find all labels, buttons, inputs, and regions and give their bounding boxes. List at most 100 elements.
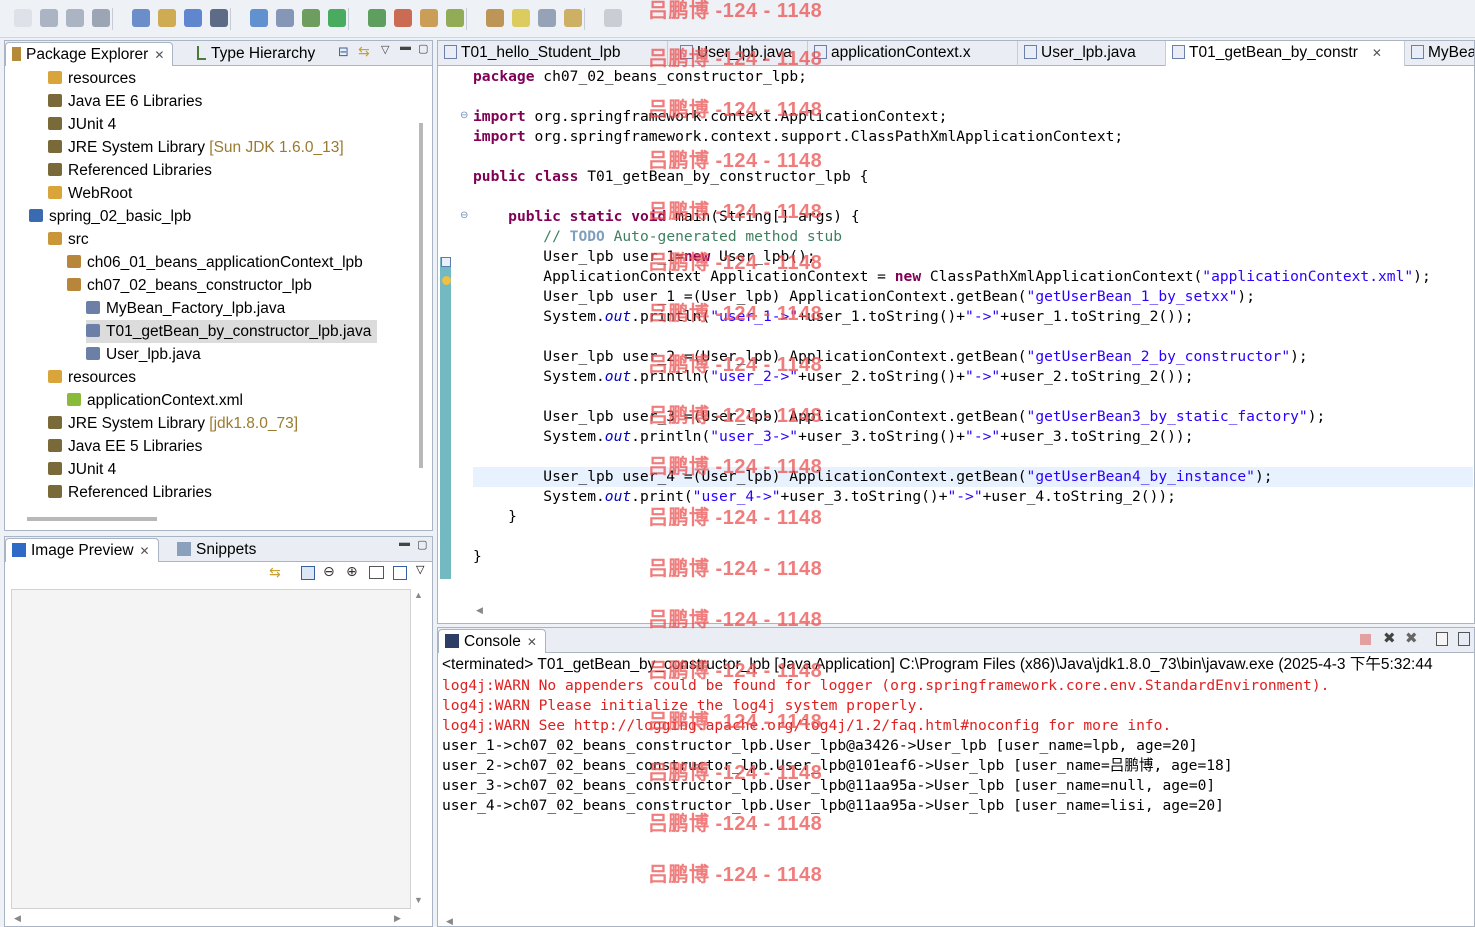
warning-marker-icon[interactable] bbox=[442, 276, 451, 285]
run-icon[interactable] bbox=[328, 9, 346, 27]
tree-item[interactable]: WebRoot bbox=[48, 182, 138, 205]
tree-item[interactable]: resources bbox=[48, 366, 142, 389]
view-menu-icon[interactable]: ▽ bbox=[416, 563, 424, 576]
task-marker-icon[interactable] bbox=[441, 257, 451, 267]
open-task-icon[interactable] bbox=[446, 9, 464, 27]
code-token: "user_3->" bbox=[710, 428, 799, 445]
code-token: } bbox=[473, 508, 517, 525]
toggle-annotation-icon[interactable] bbox=[486, 9, 504, 27]
code-token: System. bbox=[473, 368, 605, 385]
zoom-out-icon[interactable]: ⊖ bbox=[323, 563, 335, 580]
tree-item[interactable]: JUnit 4 bbox=[48, 458, 122, 481]
tree-item[interactable]: ch07_02_beans_constructor_lpb bbox=[67, 274, 318, 297]
print-icon[interactable] bbox=[92, 9, 110, 27]
collapse-all-icon[interactable]: ⊟ bbox=[338, 44, 349, 60]
tree-item[interactable]: Java EE 5 Libraries bbox=[48, 435, 208, 458]
scroll-up-arrow[interactable]: ▲ bbox=[414, 590, 423, 600]
minimize-icon[interactable]: ▬ bbox=[399, 537, 410, 549]
forward-icon[interactable] bbox=[604, 9, 622, 27]
editor-tab[interactable]: T01_hello_Student_lpb bbox=[438, 41, 668, 66]
tree-item[interactable]: MyBean_Factory_lpb.java bbox=[86, 297, 291, 320]
terminate-icon[interactable] bbox=[1360, 634, 1371, 645]
tab-image-preview[interactable]: Image Preview ✕ bbox=[5, 538, 159, 562]
run-history-icon[interactable] bbox=[368, 9, 386, 27]
tree-item[interactable]: resources bbox=[48, 67, 142, 90]
tree-item[interactable]: Java EE 6 Libraries bbox=[48, 90, 208, 113]
next-annotation-icon[interactable] bbox=[512, 9, 530, 27]
watermark-text: 吕鹏博 -124 - 1148 bbox=[648, 354, 823, 376]
remove-all-icon[interactable]: ✖ bbox=[1405, 629, 1418, 647]
close-icon[interactable]: ✕ bbox=[140, 544, 150, 558]
close-icon[interactable]: ✕ bbox=[1372, 46, 1382, 60]
tree-item[interactable]: src bbox=[48, 228, 95, 251]
minimize-icon[interactable]: ▬ bbox=[400, 41, 411, 53]
scroll-left-arrow[interactable]: ◀ bbox=[14, 913, 21, 924]
close-icon[interactable]: ✕ bbox=[527, 635, 537, 649]
maximize-icon[interactable]: ▢ bbox=[418, 42, 428, 55]
toolbar-separator bbox=[348, 8, 349, 30]
image-preview-canvas[interactable] bbox=[11, 589, 411, 909]
tree-item[interactable]: User_lpb.java bbox=[86, 343, 207, 366]
maximize-icon[interactable]: ▢ bbox=[417, 538, 427, 551]
open-type-icon[interactable] bbox=[420, 9, 438, 27]
zoom-in-icon[interactable]: ⊕ bbox=[346, 563, 358, 580]
tab-type-hierarchy[interactable]: Type Hierarchy bbox=[191, 42, 323, 66]
tree-item[interactable]: Referenced Libraries bbox=[48, 481, 218, 504]
watermark-text: 吕鹏博 -124 - 1148 bbox=[648, 507, 823, 529]
editor-tab[interactable]: T01_getBean_by_constr ✕ bbox=[1166, 41, 1405, 66]
editor-tab[interactable]: applicationContext.x bbox=[808, 41, 1018, 66]
search-icon[interactable] bbox=[276, 9, 294, 27]
editor-tab[interactable]: User_lpb.java bbox=[1018, 41, 1166, 66]
link-with-editor-icon[interactable]: ⇆ bbox=[358, 43, 370, 60]
back-icon[interactable] bbox=[564, 9, 582, 27]
horizontal-scroll-left-arrow[interactable]: ◀ bbox=[476, 605, 483, 616]
debug-icon[interactable] bbox=[302, 9, 320, 27]
code-token: new bbox=[894, 268, 922, 285]
tree-item[interactable]: ch06_01_beans_applicationContext_lpb bbox=[67, 251, 369, 274]
tree-vertical-scrollbar[interactable] bbox=[419, 123, 423, 468]
fit-window-icon[interactable] bbox=[393, 566, 407, 580]
code-token: "getUserBean_1_by_setxx" bbox=[1026, 288, 1238, 305]
fold-method-icon[interactable]: ⊖ bbox=[460, 210, 468, 221]
tree-horizontal-scrollbar[interactable] bbox=[27, 517, 157, 521]
tab-snippets[interactable]: Snippets bbox=[171, 538, 264, 562]
save-all-icon[interactable] bbox=[66, 9, 84, 27]
save-icon[interactable] bbox=[40, 9, 58, 27]
scroll-right-arrow[interactable]: ▶ bbox=[394, 913, 401, 924]
watermark-text: 吕鹏博 -124 - 1148 bbox=[648, 405, 823, 427]
code-token: "->" bbox=[965, 368, 1001, 385]
tab-label: Console bbox=[464, 633, 521, 650]
tab-package-explorer[interactable]: Package Explorer ✕ bbox=[5, 42, 174, 66]
code-area[interactable]: package ch07_02_beans_constructor_lpb; im… bbox=[473, 67, 1473, 607]
build-icon[interactable] bbox=[158, 9, 176, 27]
tree-item[interactable]: applicationContext.xml bbox=[67, 389, 249, 412]
console-output[interactable]: log4j:WARN No appenders could be found f… bbox=[442, 676, 1329, 816]
tree-item[interactable]: JUnit 4 bbox=[48, 113, 122, 136]
fold-imports-icon[interactable]: ⊖ bbox=[460, 110, 468, 121]
tree-item[interactable]: Referenced Libraries bbox=[48, 159, 218, 182]
scroll-lock-icon[interactable] bbox=[1458, 632, 1470, 646]
clear-console-icon[interactable] bbox=[1436, 632, 1448, 646]
prev-annotation-icon[interactable] bbox=[538, 9, 556, 27]
tab-console[interactable]: Console ✕ bbox=[438, 629, 546, 653]
view-menu-icon[interactable]: ▽ bbox=[381, 43, 389, 56]
package-icon[interactable] bbox=[184, 9, 202, 27]
tree-item[interactable]: T01_getBean_by_constructor_lpb.java bbox=[86, 320, 378, 343]
close-icon[interactable]: ✕ bbox=[154, 48, 164, 62]
link-icon[interactable]: ⇆ bbox=[269, 564, 281, 581]
fit-icon[interactable] bbox=[301, 566, 315, 580]
new-icon[interactable] bbox=[14, 9, 32, 27]
actual-size-icon[interactable] bbox=[369, 566, 384, 579]
external-tools-icon[interactable] bbox=[394, 9, 412, 27]
tree-item[interactable]: JRE System Library [Sun JDK 1.6.0_13] bbox=[48, 136, 350, 159]
editor-tab[interactable]: MyBea bbox=[1405, 41, 1474, 66]
scroll-down-arrow[interactable]: ▼ bbox=[414, 895, 423, 905]
tree-item[interactable]: spring_02_basic_lpb bbox=[29, 205, 197, 228]
console-scroll-left-arrow[interactable]: ◀ bbox=[446, 916, 453, 926]
tomcat-icon[interactable] bbox=[250, 9, 268, 27]
web-icon[interactable] bbox=[210, 9, 228, 27]
tree-item[interactable]: JRE System Library [jdk1.8.0_73] bbox=[48, 412, 304, 435]
new-wizard-icon[interactable] bbox=[132, 9, 150, 27]
remove-launch-icon[interactable]: ✖ bbox=[1383, 629, 1396, 647]
